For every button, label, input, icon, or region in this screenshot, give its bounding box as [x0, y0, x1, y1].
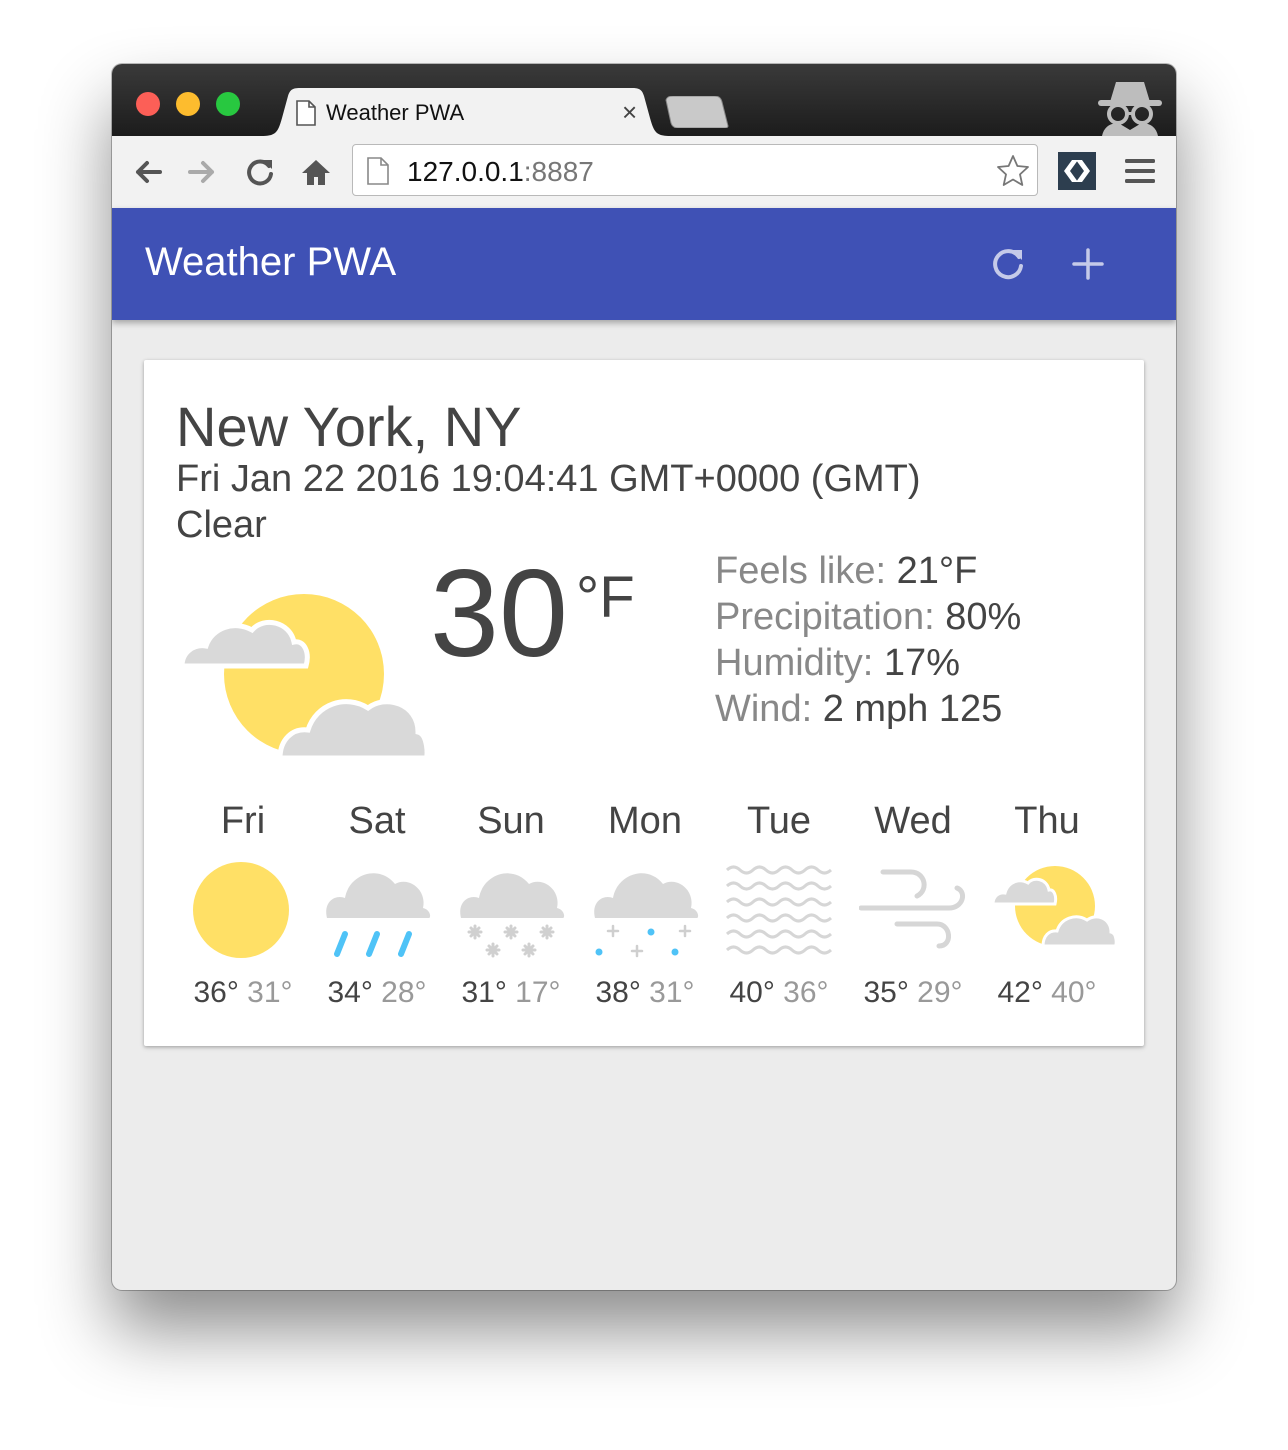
hamburger-menu-icon[interactable]: [1124, 156, 1156, 186]
forecast-high: 34°: [327, 976, 373, 1009]
new-tab-button[interactable]: [664, 96, 730, 128]
browser-window: Weather PWA × 127.0.0.1:8887 Weather PWA…: [112, 64, 1176, 1290]
page-info-icon[interactable]: [367, 157, 389, 185]
forecast-high: 31°: [461, 976, 507, 1009]
wind-icon: [859, 869, 966, 949]
forecast-temps: 35° 29°: [846, 976, 980, 1010]
precipitation-row: Precipitation: 80%: [715, 594, 1021, 640]
home-icon[interactable]: [298, 154, 334, 190]
partly-cloudy-icon: [993, 866, 1115, 948]
minimize-window-button[interactable]: [176, 92, 200, 116]
wind-label: Wind:: [715, 688, 823, 730]
extension-icon[interactable]: [1058, 152, 1096, 190]
rain-icon: [326, 873, 431, 957]
forecast-day-name: Thu: [1014, 800, 1080, 842]
humidity-value: 17%: [883, 642, 960, 684]
forward-arrow-icon[interactable]: [184, 154, 220, 190]
zoom-window-button[interactable]: [216, 92, 240, 116]
forecast-high: 38°: [595, 976, 641, 1009]
bookmark-star-icon[interactable]: [995, 153, 1031, 189]
forecast-temps: 42° 40°: [980, 976, 1114, 1010]
forecast-high: 36°: [193, 976, 239, 1009]
url-host: 127.0.0.1: [407, 156, 524, 187]
sleet-icon: [594, 873, 699, 958]
precipitation-value: 80%: [945, 596, 1022, 638]
close-window-button[interactable]: [136, 92, 160, 116]
add-icon[interactable]: [1068, 244, 1108, 284]
url-port: :8887: [523, 156, 594, 187]
wind-row: Wind: 2 mph 125: [715, 686, 1021, 732]
app-title: Weather PWA: [145, 240, 397, 284]
forecast-low: 31°: [247, 976, 293, 1009]
tab-close-button[interactable]: ×: [622, 97, 637, 128]
forecast-temps: 38° 31°: [578, 976, 712, 1010]
current-date: Fri Jan 22 2016 19:04:41 GMT+0000 (GMT): [176, 458, 921, 500]
temperature-scale: °F: [576, 565, 635, 630]
forecast-temps: 31° 17°: [444, 976, 578, 1010]
weather-details: Feels like: 21°F Precipitation: 80% Humi…: [715, 548, 1021, 732]
forecast-day-name: Tue: [746, 800, 812, 842]
forecast-day-name: Sun: [477, 800, 545, 842]
url-text[interactable]: 127.0.0.1:8887: [407, 156, 594, 188]
snow-icon: [460, 873, 565, 958]
city-name: New York, NY: [176, 395, 522, 458]
current-temperature: 30: [430, 545, 568, 683]
forecast-low: 31°: [649, 976, 695, 1009]
forecast-temps: 36° 31°: [176, 976, 310, 1010]
wind-value: 2 mph 125: [822, 688, 1003, 730]
forecast-low: 29°: [917, 976, 963, 1009]
forecast-low: 36°: [783, 976, 829, 1009]
incognito-icon: [1098, 82, 1162, 136]
forecast-day-name: Mon: [608, 800, 682, 842]
forecast-high: 35°: [863, 976, 909, 1009]
forecast-low: 40°: [1051, 976, 1097, 1009]
forecast-day-name: Wed: [874, 800, 952, 842]
forecast-day-name: Fri: [220, 800, 266, 842]
forecast-low: 17°: [515, 976, 561, 1009]
humidity-label: Humidity:: [715, 642, 884, 684]
app-header: Weather PWA: [112, 208, 1176, 320]
tab-strip: Weather PWA ×: [112, 64, 1176, 136]
forecast-temps: 34° 28°: [310, 976, 444, 1010]
forecast-day-name: Sat: [348, 800, 406, 842]
forecast-high: 42°: [997, 976, 1043, 1009]
feels-like-label: Feels like:: [715, 550, 897, 592]
forecast-row: Fri 36° 31° Sat 34° 28° Sun 31° 17° Mon …: [176, 800, 1115, 1020]
partly-cloudy-icon: [182, 594, 426, 758]
weather-description: Clear: [176, 504, 267, 546]
forecast-temps: 40° 36°: [712, 976, 846, 1010]
browser-toolbar: 127.0.0.1:8887: [112, 136, 1176, 209]
weather-card: New York, NY Fri Jan 22 2016 19:04:41 GM…: [144, 360, 1144, 1046]
forecast-high: 40°: [729, 976, 775, 1009]
reload-icon[interactable]: [242, 154, 278, 190]
sun-icon: [193, 862, 289, 958]
feels-like-row: Feels like: 21°F: [715, 548, 1021, 594]
fog-icon: [725, 865, 833, 955]
tab-title: Weather PWA: [326, 100, 465, 125]
back-arrow-icon[interactable]: [130, 154, 166, 190]
precipitation-label: Precipitation:: [715, 596, 946, 638]
feels-like-value: 21°F: [896, 550, 978, 592]
address-bar[interactable]: 127.0.0.1:8887: [352, 144, 1038, 196]
forecast-low: 28°: [381, 976, 427, 1009]
refresh-icon[interactable]: [988, 244, 1028, 284]
humidity-row: Humidity: 17%: [715, 640, 1021, 686]
page-icon: [296, 100, 316, 126]
tab-weather-pwa[interactable]: Weather PWA ×: [262, 88, 670, 136]
